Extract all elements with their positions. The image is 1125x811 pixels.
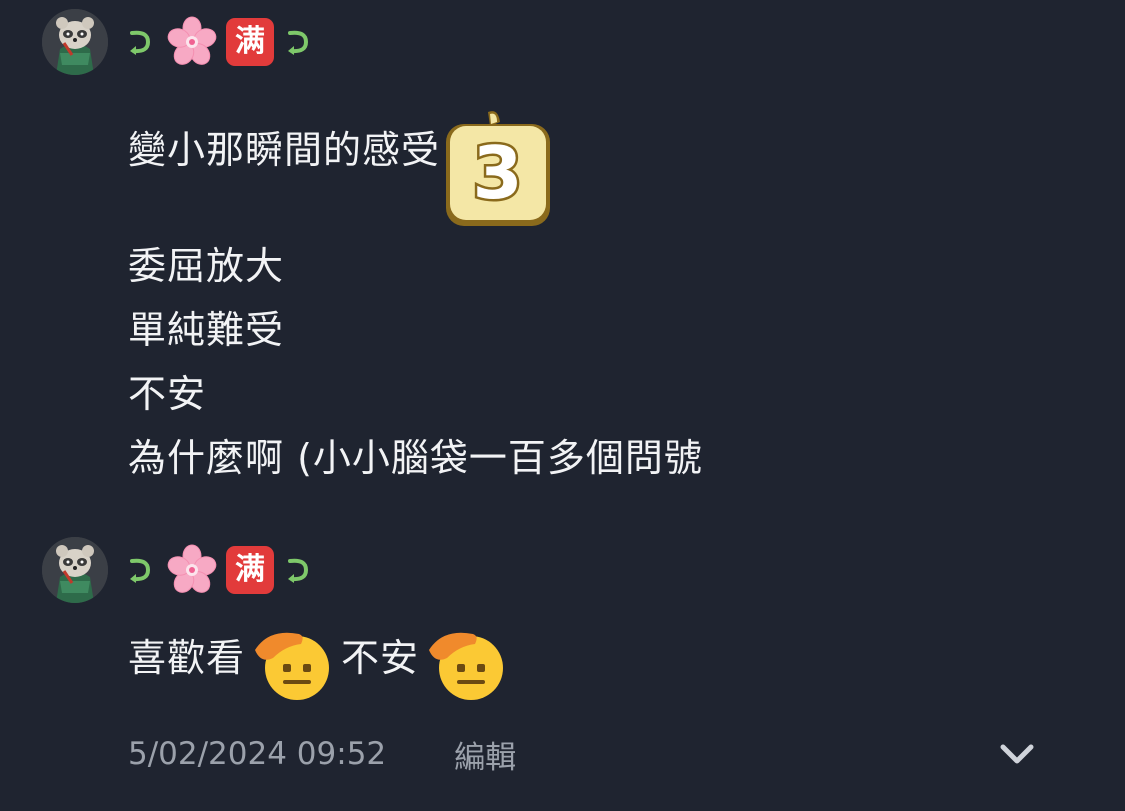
message-line: 不安: [128, 372, 207, 416]
post-header: 满: [42, 8, 316, 76]
man-kanji-badge-icon: 满: [226, 546, 274, 594]
post-header: 满: [42, 536, 316, 604]
hook-arrow-icon: [124, 25, 158, 59]
man-kanji-badge-icon: 满: [226, 18, 274, 66]
svg-text:3: 3: [472, 131, 523, 215]
raccoon-avatar-icon[interactable]: [42, 9, 108, 75]
saluting-face-icon: [251, 624, 335, 704]
message-body: 喜歡看 不安: [128, 618, 515, 700]
saluting-face-icon: [425, 624, 509, 704]
hook-arrow-icon: [124, 553, 158, 587]
message-line: 變小那瞬間的感受 3: [128, 90, 703, 226]
hook-arrow-icon: [282, 25, 316, 59]
message-line: 委屈放大: [128, 244, 285, 288]
chevron-down-icon[interactable]: [997, 734, 1037, 774]
cherry-blossom-icon: [166, 544, 218, 596]
post-footer: 5/02/2024 09:52 編輯: [128, 726, 1085, 782]
message-line: 為什麼啊 (小小腦袋一百多個問號: [128, 436, 703, 480]
author-name[interactable]: 满: [124, 544, 316, 596]
cherry-blossom-icon: [166, 16, 218, 68]
message-line: 喜歡看 不安: [128, 618, 515, 700]
author-name[interactable]: 满: [124, 16, 316, 68]
message-body: 變小那瞬間的感受 3 委屈放大 單純難受 不安 為什麼啊 (小小腦袋一百多個問號: [128, 90, 703, 490]
edit-button[interactable]: 編輯: [454, 732, 516, 777]
raccoon-avatar-icon[interactable]: [42, 537, 108, 603]
number-three-sticker-icon: 3: [440, 108, 556, 228]
timestamp: 5/02/2024 09:52: [128, 736, 387, 772]
message-line: 單純難受: [128, 308, 285, 352]
hook-arrow-icon: [282, 553, 316, 587]
